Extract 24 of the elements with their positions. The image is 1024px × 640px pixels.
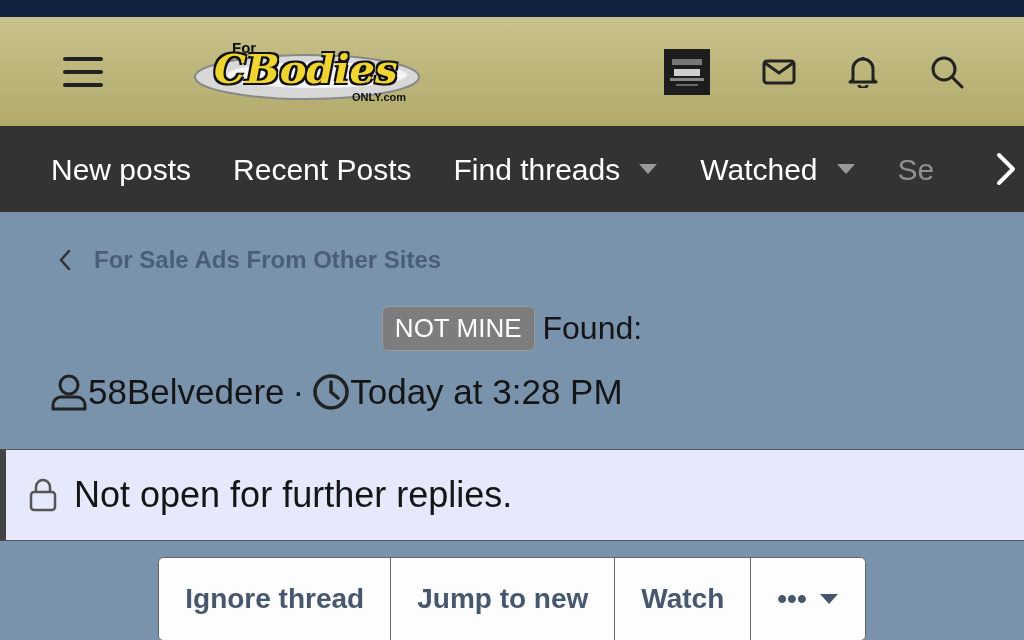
chevron-right-icon[interactable] — [996, 152, 1016, 186]
nav-tab[interactable]: Recent Posts — [233, 146, 412, 192]
nav-tab[interactable]: Watched — [700, 146, 856, 192]
clock-icon — [312, 373, 351, 412]
separator: · — [292, 371, 305, 413]
nav-tab[interactable]: Se — [897, 146, 935, 192]
thread-button[interactable]: Ignore thread — [159, 557, 392, 640]
nav-tab[interactable]: New posts — [51, 146, 192, 192]
nav-tab[interactable]: Find threads — [453, 146, 659, 192]
lock-icon — [28, 477, 58, 512]
prefix-label: NOT MINE — [381, 305, 535, 351]
menu-icon[interactable] — [62, 54, 104, 89]
caret-icon — [638, 163, 659, 175]
search-icon[interactable] — [930, 54, 964, 89]
thread-title: Found: — [542, 309, 643, 348]
author-link[interactable]: 58Belvedere — [88, 366, 285, 419]
post-time[interactable]: Today at 3:28 PM — [350, 366, 623, 419]
user-icon — [50, 373, 88, 412]
notice-text: Not open for further replies. — [74, 472, 513, 517]
mail-icon[interactable] — [762, 58, 796, 85]
caret-icon — [818, 592, 839, 605]
chevron-left-icon[interactable] — [58, 249, 72, 271]
caret-icon — [835, 163, 856, 175]
bell-icon[interactable] — [848, 55, 878, 88]
